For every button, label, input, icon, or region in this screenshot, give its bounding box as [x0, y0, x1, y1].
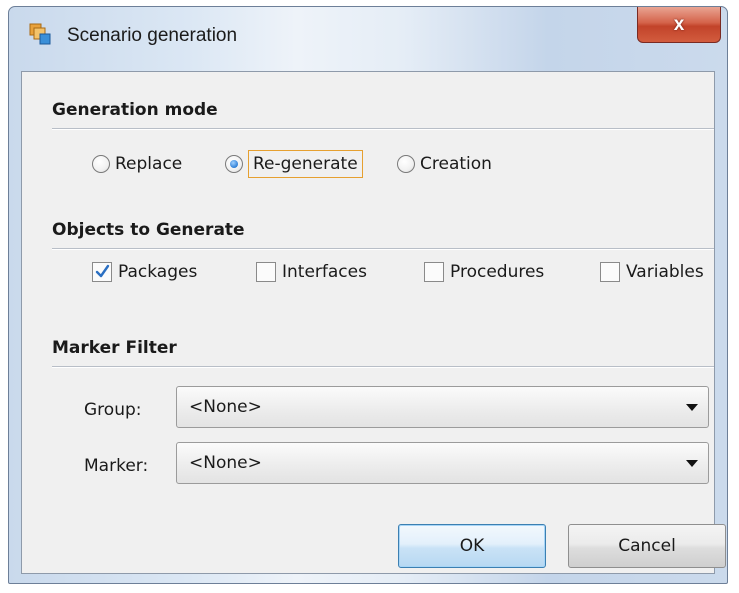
marker-select-value: <None> [189, 453, 262, 473]
cancel-button-label: Cancel [618, 536, 676, 556]
radio-regenerate[interactable]: Re-generate [225, 148, 363, 180]
checkbox[interactable] [424, 262, 444, 282]
checkbox-interfaces[interactable]: Interfaces [256, 257, 367, 287]
radio-label-regenerate: Re-generate [248, 150, 363, 178]
checkbox-label-variables: Variables [626, 262, 704, 282]
checkmark-icon [95, 264, 110, 278]
ok-button[interactable]: OK [398, 524, 546, 568]
radio-creation[interactable]: Creation [397, 148, 492, 180]
radio-button[interactable] [92, 155, 110, 173]
chevron-down-icon[interactable] [686, 460, 698, 467]
radio-button-selected[interactable] [225, 155, 243, 173]
checkbox[interactable] [600, 262, 620, 282]
radio-button[interactable] [397, 155, 415, 173]
checkbox-label-packages: Packages [118, 262, 198, 282]
ok-button-label: OK [459, 536, 485, 556]
objects-heading: Objects to Generate [52, 220, 245, 240]
close-button[interactable]: x [637, 7, 721, 43]
window-title: Scenario generation [67, 25, 238, 46]
checkbox[interactable] [92, 262, 112, 282]
close-icon: x [673, 13, 685, 35]
marker-label: Marker: [84, 456, 149, 476]
title-bar[interactable]: Scenario generation x [9, 7, 727, 71]
group-label: Group: [84, 400, 142, 420]
checkbox-label-interfaces: Interfaces [282, 262, 367, 282]
radio-replace[interactable]: Replace [92, 148, 182, 180]
generation-mode-divider [52, 128, 714, 130]
scenario-icon [29, 23, 51, 45]
generation-mode-heading: Generation mode [52, 100, 218, 120]
dialog-window: Scenario generation x Generation mode Re… [8, 6, 728, 584]
checkbox-label-procedures: Procedures [450, 262, 545, 282]
cancel-button[interactable]: Cancel [568, 524, 726, 568]
group-select-value: <None> [189, 397, 262, 417]
checkbox[interactable] [256, 262, 276, 282]
marker-filter-divider [52, 366, 714, 368]
objects-divider [52, 248, 714, 250]
marker-select[interactable]: <None> [176, 442, 709, 484]
chevron-down-icon[interactable] [686, 404, 698, 411]
dialog-body: Generation mode Replace Re-generate Crea… [21, 71, 726, 574]
group-select[interactable]: <None> [176, 386, 709, 428]
marker-filter-heading: Marker Filter [52, 338, 177, 358]
checkbox-procedures[interactable]: Procedures [424, 257, 544, 287]
checkbox-variables[interactable]: Variables [600, 257, 704, 287]
checkbox-packages[interactable]: Packages [92, 257, 197, 287]
radio-label-replace: Replace [115, 154, 183, 174]
radio-label-creation: Creation [420, 154, 492, 174]
